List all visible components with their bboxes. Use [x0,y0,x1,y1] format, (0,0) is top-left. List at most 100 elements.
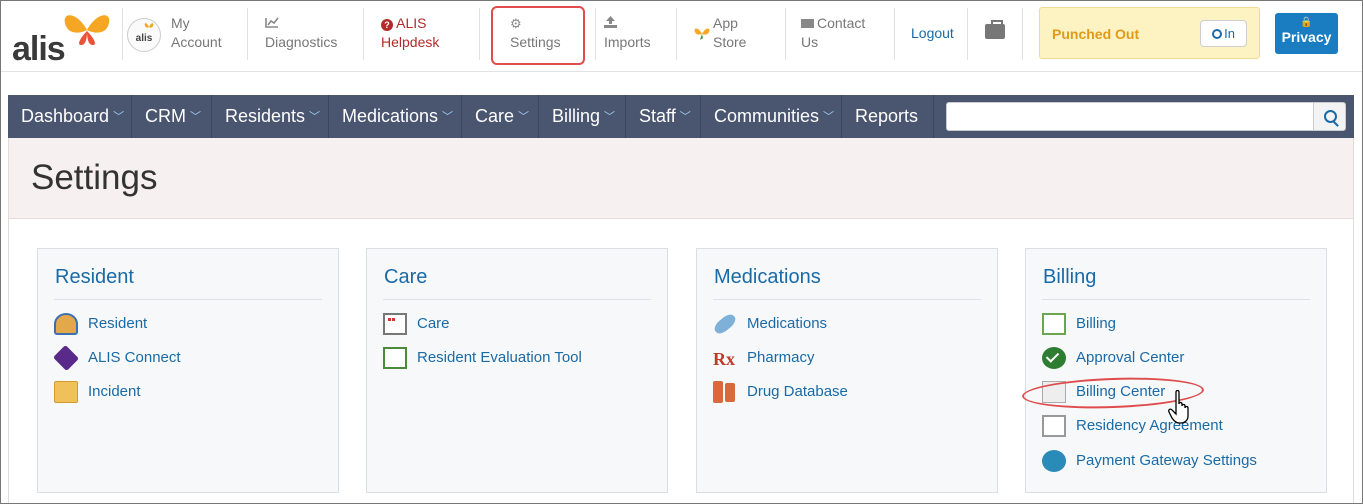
avatar-text: alis [135,33,153,44]
menu-medications-label: Medications [342,106,439,126]
page-title: Settings [31,158,158,197]
helpdesk-label-1: ALIS [396,15,427,31]
divider [383,299,651,300]
privacy-button[interactable]: 🔒 Privacy [1275,13,1338,54]
rx-icon: Rx [713,349,735,369]
drug-bottle-icon [725,383,735,402]
menu-crm-label: CRM [145,106,186,126]
incident-folder-icon [54,381,78,403]
divider [122,8,123,60]
contact-label-1: Contact [817,15,866,31]
link-label: Incident [88,383,141,400]
clock-icon [1212,29,1223,39]
page-header: Settings [9,138,1353,219]
helpdesk-label-2: Helpdesk [381,34,440,50]
menu-billing-label: Billing [552,106,601,126]
link-label: Resident [88,315,148,332]
search-icon[interactable] [1313,102,1346,131]
chevron-down-icon: ﹀ [604,111,616,123]
link-label: ALIS Connect [88,349,181,366]
menu-reports-label: Reports [855,106,919,126]
diagnostics-link[interactable]: Diagnostics [265,14,337,52]
resident-icon [54,313,78,335]
divider [894,8,895,60]
menu-crm[interactable]: CRM ﹀ [132,95,212,138]
menu-medications[interactable]: Medications ﹀ [329,95,462,138]
question-circle-icon: ? [381,19,393,31]
menu-residents[interactable]: Residents ﹀ [212,95,329,138]
settings-highlight-box [491,6,585,65]
agreement-doc-icon [1042,415,1066,437]
link-label: Medications [747,315,828,332]
menu-billing[interactable]: Billing ﹀ [539,95,626,138]
billing-sheet-icon [1042,313,1066,335]
panel-medications: Medications Medications Rx Pharmacy Drug … [696,248,998,493]
panel-title: Billing [1043,266,1097,288]
panel-resident: Resident Resident ALIS Connect Incident [37,248,339,493]
menu-communities[interactable]: Communities ﹀ [701,95,842,138]
link-label: Approval Center [1076,349,1185,366]
menu-dashboard-label: Dashboard [21,106,110,126]
envelope-icon [801,19,814,28]
upload-icon [604,16,617,28]
globe-gateway-icon [1042,450,1066,472]
app-store-link[interactable]: App Store [694,14,747,52]
link-label: Payment Gateway Settings [1076,452,1257,469]
chevron-down-icon: ﹀ [442,111,454,123]
menu-staff[interactable]: Staff ﹀ [626,95,701,138]
divider [479,8,480,60]
divider [676,8,677,60]
link-label: Pharmacy [747,349,815,366]
butterfly-mini-icon [144,23,154,28]
menu-staff-label: Staff [639,106,676,126]
divider [1022,8,1023,60]
evaluation-form-icon [383,347,407,369]
search-input[interactable] [946,102,1314,131]
panel-title: Care [384,266,428,288]
main-menu: Dashboard ﹀ CRM ﹀ Residents ﹀ Medications ﹀ … [8,95,1354,138]
briefcase-icon[interactable] [985,20,1005,39]
divider [713,299,981,300]
menu-residents-label: Residents [225,106,306,126]
drug-bottles-icon [713,381,723,403]
contact-us-link[interactable]: Contact Us [801,14,865,52]
punch-in-button[interactable]: In [1200,20,1247,47]
my-account-link[interactable]: My Account [171,14,222,52]
punch-in-label: In [1224,26,1235,41]
menu-dashboard[interactable]: Dashboard ﹀ [8,95,132,138]
panel-care: Care Care Resident Evaluation Tool [366,248,668,493]
avatar[interactable]: alis [127,18,161,52]
privacy-label: Privacy [1281,29,1332,45]
app-store-label-2: Store [713,34,747,50]
diagnostics-label: Diagnostics [265,34,338,50]
punch-status-label: Punched Out [1052,26,1140,42]
panel-title: Resident [55,266,134,288]
divider [595,8,596,60]
alis-helpdesk-link[interactable]: ? ALIS Helpdesk [381,14,439,52]
app-store-label-1: App [713,15,738,31]
contact-label-2: Us [801,34,819,50]
imports-link[interactable]: Imports [604,14,651,52]
app-store-butterfly-icon [694,28,710,40]
menu-reports[interactable]: Reports [842,95,934,138]
punch-status-panel: Punched Out In [1039,7,1260,59]
care-checklist-icon [383,313,407,335]
link-label: Resident Evaluation Tool [417,349,582,366]
link-label: Billing [1076,315,1117,332]
link-label: Residency Agreement [1076,417,1223,434]
logo-text: alis [12,30,66,68]
link-label: Drug Database [747,383,848,400]
link-label: Care [417,315,450,332]
menu-care[interactable]: Care ﹀ [462,95,539,138]
menu-communities-label: Communities [714,106,820,126]
pill-icon [711,311,739,337]
chevron-down-icon: ﹀ [679,111,691,123]
panel-billing: Billing Billing Approval Center Billing … [1025,248,1327,493]
chevron-down-icon: ﹀ [113,111,125,123]
chevron-down-icon: ﹀ [190,111,201,123]
chevron-down-icon: ﹀ [309,111,321,123]
alis-logo[interactable]: alis [12,8,122,68]
panel-title: Medications [714,266,821,288]
line-chart-icon [265,17,279,28]
logout-link[interactable]: Logout [911,24,954,43]
